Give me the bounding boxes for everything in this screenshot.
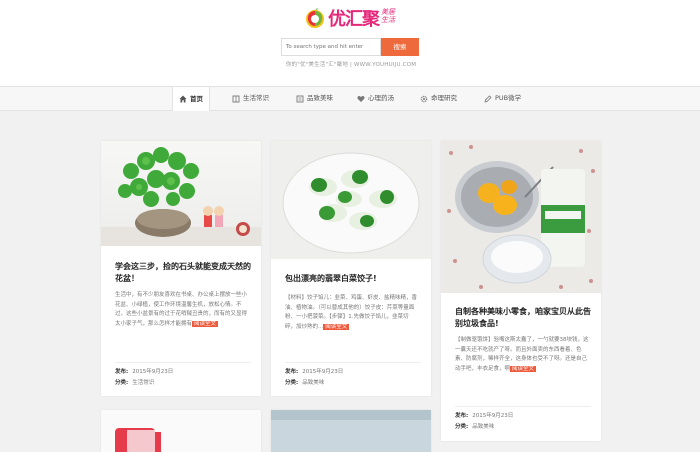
date-label: 发布: [285, 369, 299, 375]
post-card [271, 410, 431, 452]
post-card: 包出漂亮的翡翠白菜饺子! 【材料】饺子馅儿：韭菜、鸡蛋、虾皮、盐精味精，香油、植… [271, 141, 431, 396]
main-nav: 首页 生活常识 品致美味 心理药汤 命理研究 PUB微学 [0, 86, 700, 111]
heart-icon [357, 95, 365, 102]
dumpling-photo [271, 141, 431, 259]
post-card: 自制各种美味小零食，咱家宝贝从此告别垃圾食品! 【制做驱饿饼】验嘴这斯太蠢了，一… [441, 141, 601, 441]
nav-label: 品致美味 [307, 94, 333, 102]
post-meta: 发布: 2015年9月23日 分类: 品致美味 [285, 362, 421, 389]
site-header: 优汇聚 美居生活 搜索 你的"优"美生活"汇"聚地 | WWW.YOUHUIJU… [0, 0, 700, 86]
list-icon [296, 95, 304, 102]
category-label: 分类: [285, 380, 299, 386]
post-date: 2015年9月23日 [472, 413, 514, 419]
logo-text: 优汇聚 [328, 9, 380, 30]
search-button[interactable]: 搜索 [381, 38, 419, 56]
category-label: 分类: [455, 424, 469, 430]
home-icon [179, 95, 187, 103]
nav-label: 生活常识 [243, 94, 269, 102]
nav-label: PUB微学 [495, 94, 522, 102]
nav-label: 心理药汤 [368, 94, 394, 102]
category-label: 分类: [115, 380, 129, 386]
excerpt-text: 生活中，有不少朋友喜欢在书桌、办公桌上摆放一些小花盆、小绿植，使工作环境温馨生机… [115, 292, 248, 327]
book-icon [232, 95, 240, 102]
logo-slogan: 美居生活 [381, 8, 395, 24]
post-thumbnail[interactable] [441, 141, 601, 293]
post-meta: 发布: 2015年9月23日 分类: 生活常识 [115, 362, 251, 389]
fruit-logo-icon [306, 8, 324, 28]
nav-item-home[interactable]: 首页 [172, 87, 210, 111]
post-excerpt: 【制做驱饿饼】验嘴这斯太蠢了，一勺就要38块钱，这一囊天还不吃就产了呀。而且外面… [455, 336, 589, 374]
nav-item-fortune[interactable]: 命理研究 [414, 87, 463, 110]
post-thumbnail[interactable] [101, 141, 261, 246]
pencil-icon [484, 94, 492, 103]
read-more-button[interactable]: 阅读全文 [192, 320, 219, 327]
post-title[interactable]: 包出漂亮的翡翠白菜饺子! [285, 273, 421, 285]
post-card [101, 410, 261, 452]
post-title[interactable]: 自制各种美味小零食，咱家宝贝从此告别垃圾食品! [455, 306, 591, 330]
nav-label: 首页 [190, 94, 203, 103]
fridge-photo[interactable] [101, 410, 261, 452]
search-input[interactable] [281, 38, 381, 56]
nav-label: 命理研究 [431, 94, 457, 102]
site-tagline: 你的"优"美生活"汇"聚地 | WWW.YOUHUIJU.COM [285, 62, 417, 68]
nav-item-life-tips[interactable]: 生活常识 [226, 87, 275, 110]
post-date: 2015年9月23日 [132, 369, 174, 375]
post-thumbnail[interactable] [271, 141, 431, 259]
site-logo[interactable]: 优汇聚 美居生活 [304, 5, 404, 31]
plant-photo [101, 141, 261, 246]
read-more-button[interactable]: 阅读全文 [323, 323, 350, 330]
post-category[interactable]: 品致美味 [472, 424, 494, 430]
post-excerpt: 【材料】饺子馅儿：韭菜、鸡蛋、虾皮、盐精味精，香油、植物油。（可以替成其他的）饺… [285, 294, 419, 332]
date-label: 发布: [455, 413, 469, 419]
nav-item-psychology[interactable]: 心理药汤 [351, 87, 400, 110]
post-title[interactable]: 学会这三步，捡的石头就能变成天然的花盆！ [115, 261, 251, 285]
snacks-photo [441, 141, 601, 293]
post-meta: 发布: 2015年9月23日 分类: 品致美味 [455, 406, 591, 433]
gear-icon [420, 95, 428, 102]
read-more-button[interactable]: 阅读全文 [510, 365, 537, 372]
nav-item-food[interactable]: 品致美味 [290, 87, 339, 110]
search-bar: 搜索 [281, 38, 419, 56]
post-date: 2015年9月23日 [302, 369, 344, 375]
post-category[interactable]: 品致美味 [302, 380, 324, 386]
nav-item-pub[interactable]: PUB微学 [478, 87, 527, 110]
post-category[interactable]: 生活常识 [132, 380, 154, 386]
excerpt-text: 【材料】饺子馅儿：韭菜、鸡蛋、虾皮、盐精味精，香油、植物油。（可以替成其他的）饺… [285, 295, 418, 330]
post-excerpt: 生活中，有不少朋友喜欢在书桌、办公桌上摆放一些小花盆、小绿植，使工作环境温馨生机… [115, 291, 249, 329]
date-label: 发布: [115, 369, 129, 375]
room-photo[interactable] [271, 410, 431, 452]
post-card: 学会这三步，捡的石头就能变成天然的花盆！ 生活中，有不少朋友喜欢在书桌、办公桌上… [101, 141, 261, 396]
